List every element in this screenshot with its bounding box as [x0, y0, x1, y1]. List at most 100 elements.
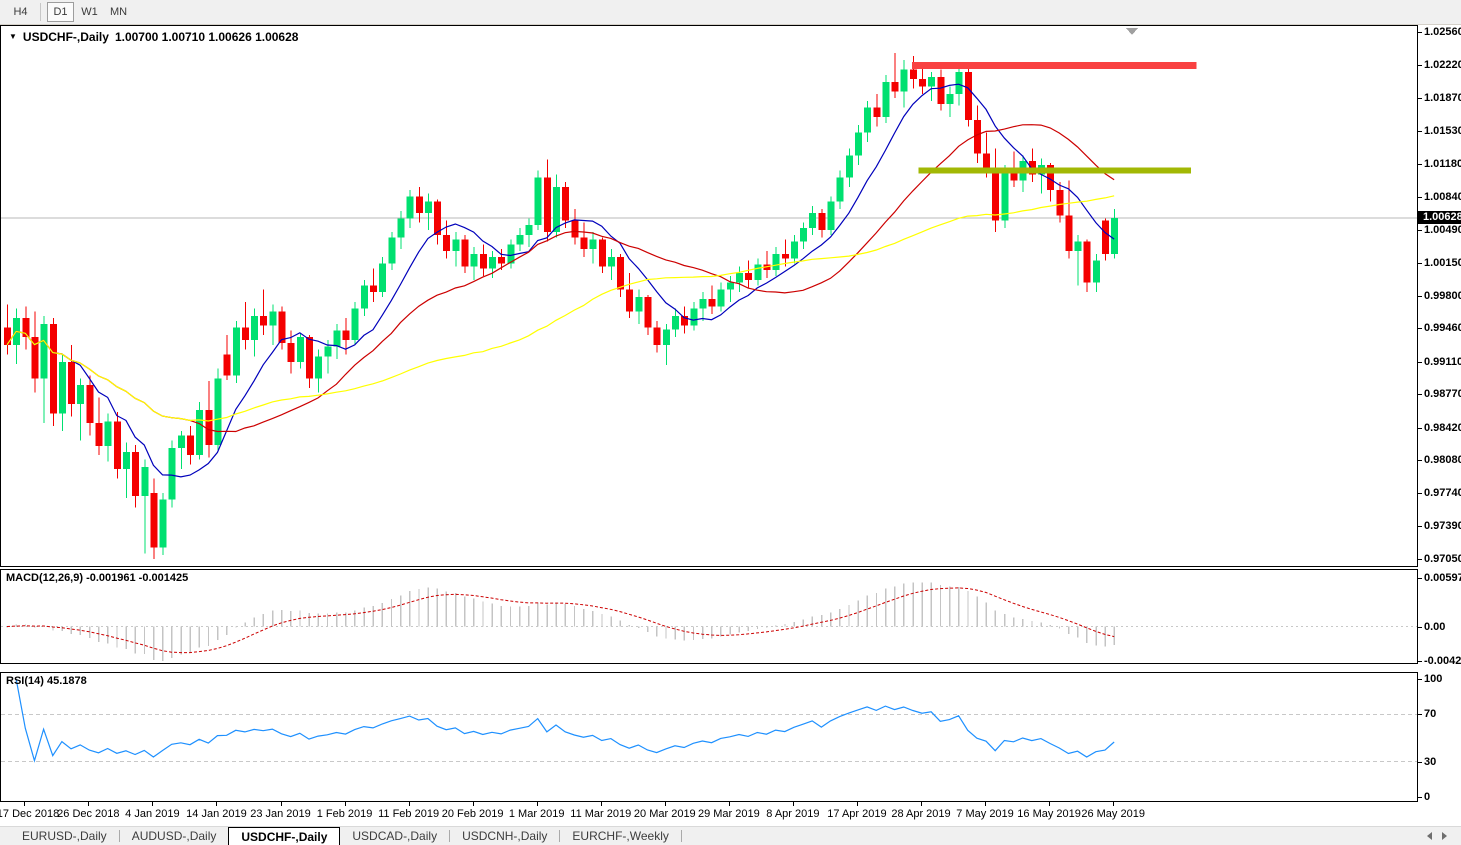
price-tick-mark [1418, 64, 1422, 66]
rsi-tick-mark [1418, 761, 1422, 763]
rsi-panel[interactable]: RSI(14) 45.1878 [0, 672, 1418, 802]
price-tick-mark [1418, 361, 1422, 363]
candle [22, 306, 30, 350]
price-tick-mark [1418, 32, 1422, 33]
candle [964, 65, 972, 127]
price-tick-label: 1.00150 [1424, 256, 1461, 269]
date-tick-mark [856, 802, 858, 806]
candle [141, 459, 149, 554]
tab-usdchf-daily[interactable]: USDCHF-,Daily [228, 827, 341, 845]
date-tick-label: 23 Jan 2019 [250, 808, 311, 820]
date-tick-label: 1 Feb 2019 [316, 808, 373, 820]
tab-eurchf-weekly[interactable]: EURCHF-,Weekly [560, 827, 680, 845]
candle [781, 239, 789, 267]
price-tick-mark [1418, 229, 1422, 231]
tab-usdcad-daily[interactable]: USDCAD-,Daily [340, 827, 449, 845]
toolbar-divider [40, 3, 41, 21]
tab-usdcnh-daily[interactable]: USDCNH-,Daily [450, 827, 559, 845]
candle [909, 55, 917, 89]
candle [726, 275, 734, 302]
date-tick-mark [1049, 802, 1051, 806]
date-tick-label: 4 Jan 2019 [125, 808, 180, 820]
scroll-right-icon[interactable] [1442, 832, 1447, 840]
macd-tick-label: 0.00 [1424, 620, 1446, 633]
candle [1111, 208, 1119, 259]
rsi-tick-label: 70 [1424, 708, 1437, 721]
candle [424, 193, 432, 231]
rsi-line [15, 678, 1115, 763]
candle [1001, 164, 1009, 229]
price-tick-mark [1418, 427, 1422, 429]
candlestick-chart[interactable] [1, 26, 1417, 566]
price-tick-mark [1418, 163, 1422, 165]
candle [763, 251, 771, 278]
main-chart-panel[interactable]: ▼ USDCHF-,Daily 1.00700 1.00710 1.00626 … [0, 25, 1418, 567]
candle [617, 253, 625, 297]
timeframe-button-h4[interactable]: H4 [7, 2, 34, 22]
price-tick-label: 0.97050 [1424, 552, 1461, 565]
price-tick-label: 0.97390 [1424, 520, 1461, 533]
candle [315, 349, 323, 393]
candle [873, 94, 881, 127]
price-axis[interactable]: 1.02560 1.02220 1.01870 1.01530 1.01180 1.008… [1418, 25, 1461, 826]
timeframe-button-w1[interactable]: W1 [76, 2, 103, 22]
scroll-left-icon[interactable] [1427, 832, 1432, 840]
candle [68, 344, 76, 417]
candle [534, 170, 542, 231]
candle [397, 210, 405, 250]
date-tick-mark [472, 802, 474, 806]
date-tick-label: 26 Dec 2018 [57, 808, 120, 820]
candle [1102, 218, 1109, 261]
candle [1074, 234, 1082, 286]
candle [434, 199, 442, 245]
candle [809, 206, 817, 235]
price-tick-label: 1.00490 [1424, 223, 1461, 236]
candle [736, 266, 743, 293]
candle [333, 323, 341, 360]
date-tick-label: 17 Apr 2019 [827, 808, 887, 820]
chart-tabs: EURUSD-,Daily AUDUSD-,Daily USDCHF-,Dail… [10, 827, 1427, 845]
chart-ohlc-values: 1.00700 1.00710 1.00626 1.00628 [114, 30, 299, 44]
candle [58, 354, 66, 431]
price-tick-label: 1.01180 [1424, 157, 1461, 170]
chart-shift-marker-icon[interactable] [1126, 28, 1138, 35]
candle [607, 249, 615, 280]
candle [214, 368, 222, 451]
candle [635, 289, 643, 324]
candle [598, 237, 606, 274]
date-tick-label: 20 Feb 2019 [441, 808, 504, 820]
rsi-tick-label: 100 [1424, 673, 1443, 685]
price-tick-mark [1418, 460, 1422, 462]
candle [827, 196, 835, 235]
tab-audusd-daily[interactable]: AUDUSD-,Daily [120, 827, 229, 845]
candle [113, 411, 121, 479]
candle [745, 260, 753, 288]
tab-eurusd-daily[interactable]: EURUSD-,Daily [10, 827, 119, 845]
candlestick-series [4, 53, 1119, 560]
date-axis[interactable]: 17 Dec 2018 26 Dec 2018 4 Jan 2019 14 Jan 2… [0, 802, 1418, 826]
timeframe-button-d1[interactable]: D1 [47, 2, 74, 22]
price-tick-label: 1.01870 [1424, 91, 1461, 104]
chart-symbol-label: USDCHF-,Daily [22, 30, 109, 44]
support-line[interactable] [918, 167, 1192, 174]
date-tick-label: 7 May 2019 [956, 808, 1014, 820]
price-tick-label: 0.99800 [1424, 289, 1461, 302]
price-tick-mark [1418, 295, 1422, 297]
macd-label: MACD(12,26,9) -0.001961 -0.001425 [6, 572, 189, 584]
candle [580, 222, 588, 257]
candle [388, 231, 396, 271]
timeframe-button-mn[interactable]: MN [105, 2, 132, 22]
candle [95, 397, 103, 455]
date-tick-label: 20 Mar 2019 [633, 808, 696, 820]
resistance-line[interactable] [911, 62, 1197, 70]
price-tick-label: 0.99110 [1424, 355, 1461, 368]
chart-title: ▼ USDCHF-,Daily 1.00700 1.00710 1.00626 … [9, 30, 298, 44]
date-tick-mark [88, 802, 90, 806]
candle [31, 311, 39, 393]
candle [159, 493, 167, 556]
rsi-tick-label: 0 [1424, 791, 1431, 803]
candle [1056, 182, 1064, 223]
chevron-down-icon[interactable]: ▼ [9, 32, 17, 41]
macd-panel[interactable]: MACD(12,26,9) -0.001961 -0.001425 [0, 569, 1418, 664]
date-tick-mark [664, 802, 666, 806]
